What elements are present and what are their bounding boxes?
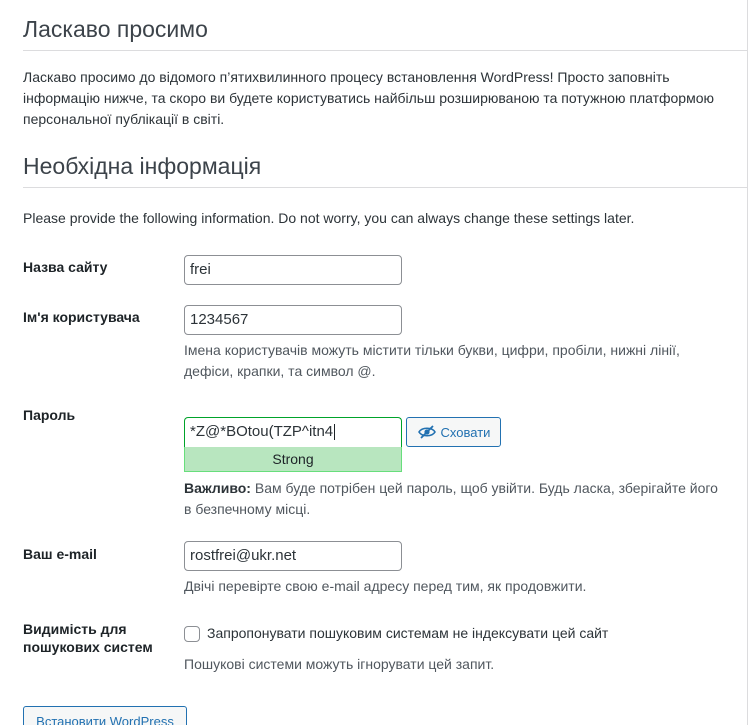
username-label: Ім'я користувача: [23, 309, 140, 325]
welcome-heading: Ласкаво просимо: [23, 16, 208, 42]
discourage-search-checkbox[interactable]: [184, 626, 200, 642]
password-input[interactable]: *Z@*BOtou(TZP^itn4: [184, 417, 402, 447]
username-hint: Імена користувачів можуть містити тільки…: [184, 342, 680, 379]
setup-config-card: Ласкаво просимо Ласкаво просимо до відом…: [0, 0, 748, 725]
email-label: Ваш e-mail: [23, 546, 97, 562]
password-hint: Важливо: Вам буде потрібен цей пароль, щ…: [184, 478, 724, 520]
site-title-input[interactable]: frei: [184, 255, 402, 285]
eye-slash-icon: [417, 424, 437, 440]
welcome-text: Ласкаво просимо до відомого п’ятихвилинн…: [23, 69, 715, 127]
visibility-label-line2: пошукових систем: [23, 639, 153, 655]
password-value: *Z@*BOtou(TZP^itn4: [190, 423, 334, 440]
password-hint-bold: Важливо:: [184, 480, 251, 496]
install-wordpress-button[interactable]: Встановити WordPress: [23, 706, 187, 725]
visibility-label-line1: Видимість для: [23, 621, 127, 637]
password-strength-meter: Strong: [184, 447, 402, 472]
discourage-search-label[interactable]: Запропонувати пошуковим системам не інде…: [207, 624, 608, 642]
heading-divider: [23, 50, 748, 51]
visibility-hint: Пошукові системи можуть ігнорувати цей з…: [184, 656, 495, 672]
email-hint: Двічі перевірте свою e-mail адресу перед…: [184, 578, 587, 594]
username-input[interactable]: 1234567: [184, 305, 402, 335]
text-caret: [334, 424, 336, 441]
required-info-text: Please provide the following information…: [23, 210, 635, 226]
password-hint-text: Вам буде потрібен цей пароль, щоб увійти…: [184, 480, 718, 517]
required-info-heading: Необхідна інформація: [23, 153, 262, 179]
heading-divider: [23, 187, 748, 188]
site-title-label: Назва сайту: [23, 259, 108, 275]
email-input[interactable]: rostfrei@ukr.net: [184, 541, 402, 571]
visibility-label: Видимість для пошукових систем: [23, 620, 153, 656]
hide-password-button[interactable]: Сховати: [406, 417, 501, 447]
password-label: Пароль: [23, 407, 76, 423]
hide-password-label: Сховати: [440, 424, 491, 440]
